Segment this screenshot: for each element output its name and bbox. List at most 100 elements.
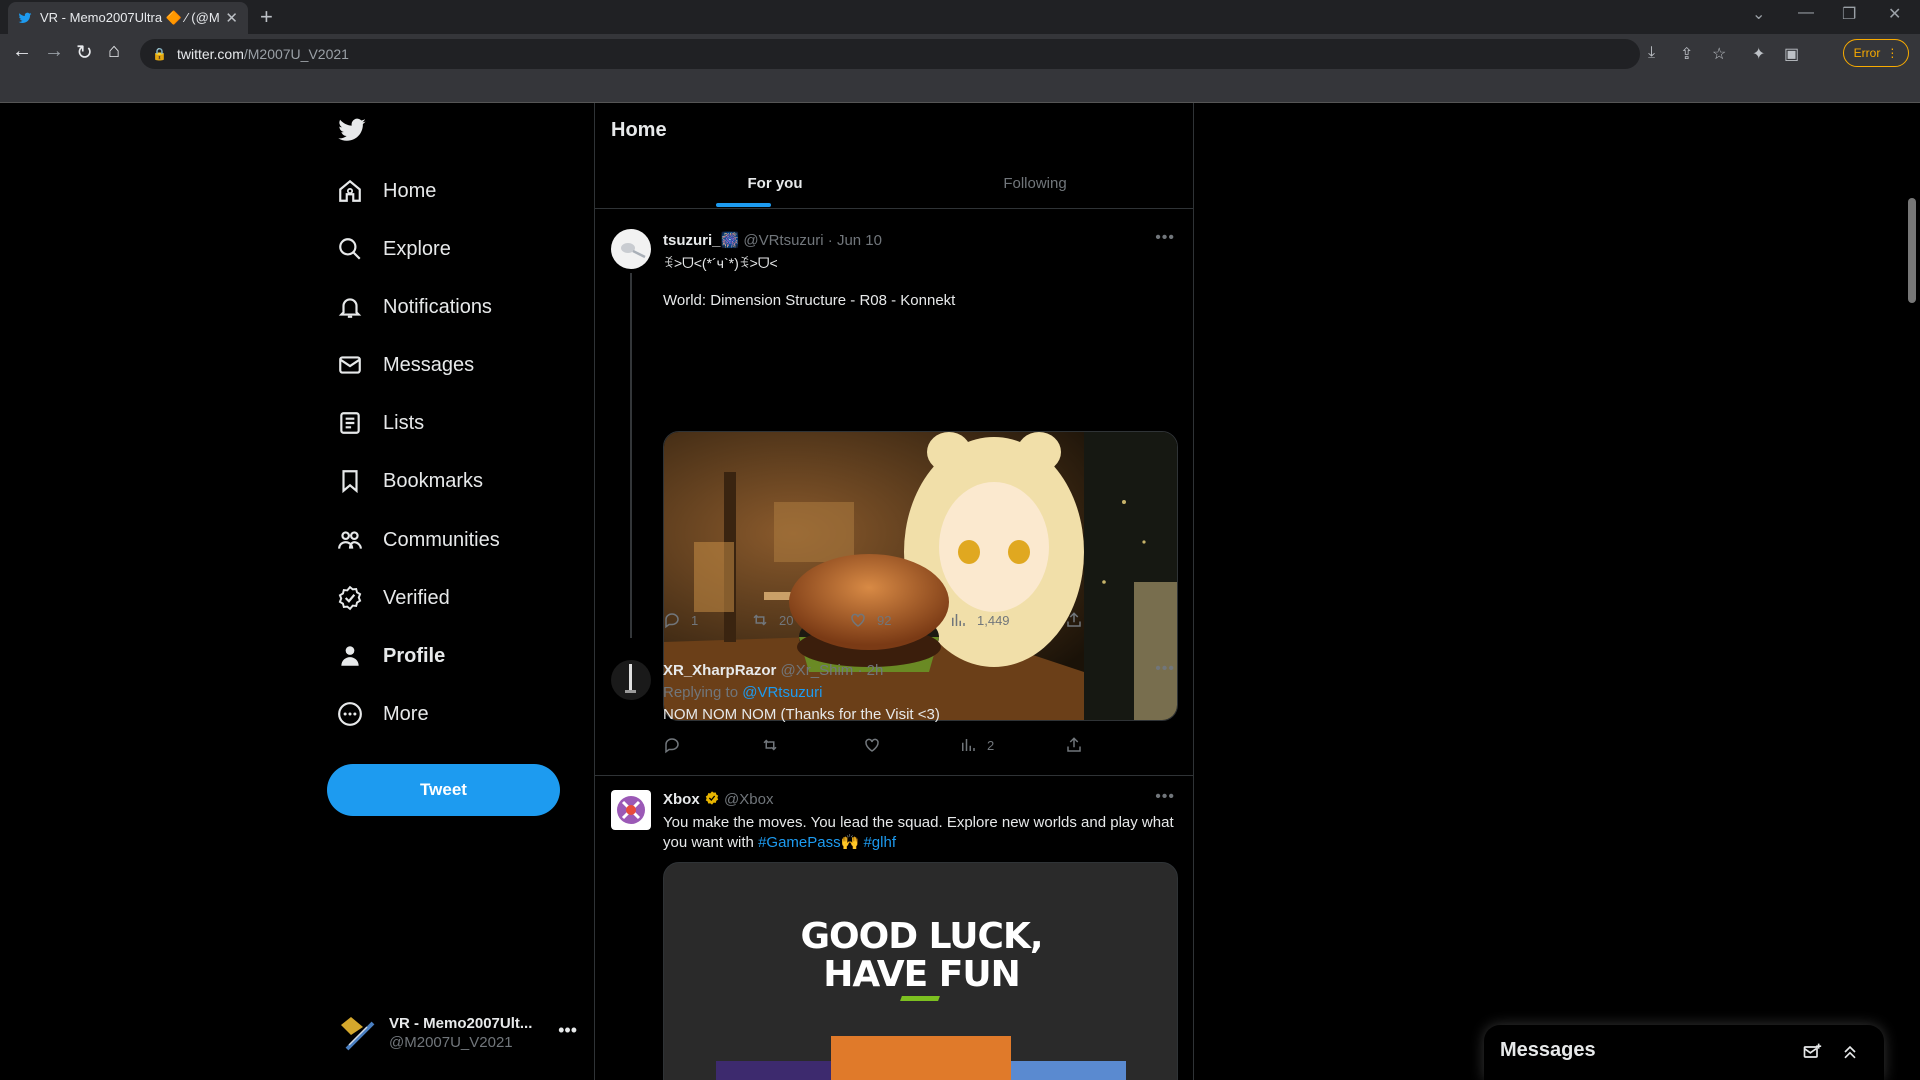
profile-error-button[interactable]: Error ⋮: [1843, 39, 1909, 67]
sidebar-item-lists[interactable]: Lists: [337, 398, 424, 448]
share-icon[interactable]: ⇪: [1680, 44, 1693, 64]
views-button[interactable]: 1,449: [949, 611, 1010, 629]
raised-hands-emoji: 🙌: [840, 834, 860, 851]
tweet-more-icon[interactable]: •••: [1155, 660, 1175, 678]
account-more-icon[interactable]: •••: [558, 1020, 577, 1041]
window-close-icon[interactable]: ✕: [1888, 4, 1901, 24]
reply-button[interactable]: [663, 736, 681, 754]
home-page-icon[interactable]: ⌂: [108, 40, 120, 63]
author-name[interactable]: tsuzuri_🎆: [663, 232, 739, 249]
forward-icon[interactable]: →: [44, 40, 64, 63]
hashtag-link[interactable]: #GamePass: [758, 834, 841, 851]
tab-for-you[interactable]: For you: [715, 175, 835, 192]
envelope-icon: [339, 356, 361, 374]
view-count: 2: [987, 737, 995, 753]
timeline-header: Home For you Following: [595, 103, 1193, 209]
author-handle[interactable]: @Xr_Shim: [781, 662, 854, 679]
like-button[interactable]: [863, 736, 881, 754]
restore-icon[interactable]: ❐: [1842, 4, 1856, 24]
list-icon: [340, 412, 360, 434]
avatar[interactable]: [611, 229, 651, 269]
replying-prefix: Replying to: [663, 684, 739, 701]
replying-to-link[interactable]: @VRtsuzuri: [742, 684, 822, 701]
heart-icon: [865, 738, 879, 752]
reply-icon: [665, 613, 679, 629]
retweet-button[interactable]: 20: [751, 611, 793, 629]
sidebar-item-notifications[interactable]: Notifications: [337, 282, 492, 332]
tweet-time[interactable]: · 2h: [857, 662, 883, 679]
browser-tab[interactable]: VR - Memo2007Ultra 🔶 ⁄ (@M ✕: [8, 2, 248, 34]
tweet-header: tsuzuri_🎆 @VRtsuzuri · Jun 10: [663, 231, 882, 249]
chevron-up-icon[interactable]: [1840, 1042, 1860, 1062]
sidebar-item-label: More: [383, 702, 429, 725]
error-label: Error: [1853, 46, 1881, 60]
side-panel-icon[interactable]: ▣: [1784, 44, 1799, 64]
sidebar-item-label: Notifications: [383, 295, 492, 318]
author-name[interactable]: XR_XharpRazor: [663, 662, 776, 679]
bookmark-star-icon[interactable]: ☆: [1712, 44, 1726, 64]
home-icon: [339, 179, 361, 202]
tab-following[interactable]: Following: [975, 175, 1095, 192]
views-chart-icon: [952, 614, 965, 626]
share-icon: [1067, 612, 1081, 627]
tweet-more-icon[interactable]: •••: [1155, 229, 1175, 247]
sidebar-item-home[interactable]: Home: [337, 166, 436, 216]
views-button[interactable]: 2: [959, 736, 994, 754]
bell-icon: [338, 298, 362, 318]
more-circle-icon: [338, 702, 362, 726]
tweet-time[interactable]: · Jun 10: [828, 232, 882, 249]
messages-drawer[interactable]: Messages: [1484, 1025, 1884, 1080]
retweet-button[interactable]: [761, 736, 779, 754]
install-icon[interactable]: ⤓: [1648, 44, 1655, 62]
tweet-image[interactable]: GOOD LUCK, HAVE FUN: [663, 862, 1178, 1080]
avatar[interactable]: [611, 660, 651, 700]
scrollbar-thumb[interactable]: [1908, 198, 1916, 303]
reload-icon[interactable]: ↻: [76, 40, 93, 65]
account-switcher[interactable]: VR - Memo2007Ult... @M2007U_V2021 •••: [337, 1008, 577, 1058]
xbox-avatar-icon: [617, 796, 645, 824]
twitter-page: Home Explore Notifications Messages List…: [0, 103, 1920, 1080]
reply-icon: [665, 738, 679, 754]
hashtag-link[interactable]: #glhf: [863, 834, 896, 851]
browser-toolbar: ← → ↻ ⌂ 🔒 twitter.com/M2007U_V2021 ⤓ ⇪ ☆…: [0, 34, 1920, 104]
minimize-icon[interactable]: —: [1798, 4, 1814, 22]
share-button[interactable]: [1065, 611, 1083, 629]
tab-search-icon[interactable]: ⌄: [1752, 4, 1765, 24]
sidebar-item-label: Bookmarks: [383, 469, 484, 492]
tweet[interactable]: tsuzuri_🎆 @VRtsuzuri · Jun 10 ••• ꉂ˃ᗜ˂(*…: [595, 213, 1193, 721]
sidebar-item-messages[interactable]: Messages: [337, 340, 474, 390]
address-bar[interactable]: 🔒 twitter.com/M2007U_V2021: [140, 39, 1640, 69]
author-handle[interactable]: @Xbox: [724, 791, 773, 808]
sidebar-item-explore[interactable]: Explore: [337, 224, 451, 274]
sidebar-item-more[interactable]: More: [337, 689, 429, 739]
tweet[interactable]: XR_XharpRazor @Xr_Shim · 2h ••• Replying…: [595, 650, 1193, 775]
reply-button[interactable]: 1: [663, 611, 698, 629]
game-art-right: [1011, 1061, 1126, 1080]
twitter-logo-icon[interactable]: [337, 115, 367, 145]
author-name[interactable]: Xbox: [663, 791, 700, 808]
verified-badge-icon: [705, 791, 719, 805]
new-tab-icon[interactable]: +: [260, 4, 273, 30]
tweet-more-icon[interactable]: •••: [1155, 788, 1175, 806]
tweet-button[interactable]: Tweet: [327, 764, 560, 816]
like-button[interactable]: 92: [849, 611, 891, 629]
account-name: VR - Memo2007Ult...: [389, 1015, 533, 1032]
back-icon[interactable]: ←: [12, 40, 32, 63]
share-button[interactable]: [1065, 736, 1083, 754]
sidebar-item-bookmarks[interactable]: Bookmarks: [337, 456, 483, 506]
avatar[interactable]: [611, 790, 651, 830]
replying-to: Replying to @VRtsuzuri: [663, 683, 1178, 703]
tweet-text: You make the moves. You lead the squad. …: [663, 813, 1178, 853]
main-timeline: Home For you Following tsuzuri_🎆 @VRtsuz…: [594, 103, 1194, 1080]
sidebar-item-communities[interactable]: Communities: [337, 515, 500, 565]
sidebar-item-profile[interactable]: Profile: [337, 631, 445, 681]
extensions-icon[interactable]: ✦: [1752, 44, 1765, 64]
browser-tab-title: VR - Memo2007Ultra 🔶 ⁄ (@M: [40, 10, 220, 25]
tweet[interactable]: Xbox @Xbox ••• You make the moves. You l…: [595, 776, 1193, 1080]
author-handle[interactable]: @VRtsuzuri: [743, 232, 823, 249]
game-art-left: [716, 1061, 831, 1080]
retweet-count: 20: [779, 612, 794, 628]
close-tab-icon[interactable]: ✕: [225, 9, 238, 27]
new-message-icon[interactable]: [1802, 1042, 1822, 1062]
sidebar-item-verified[interactable]: Verified: [337, 573, 450, 623]
